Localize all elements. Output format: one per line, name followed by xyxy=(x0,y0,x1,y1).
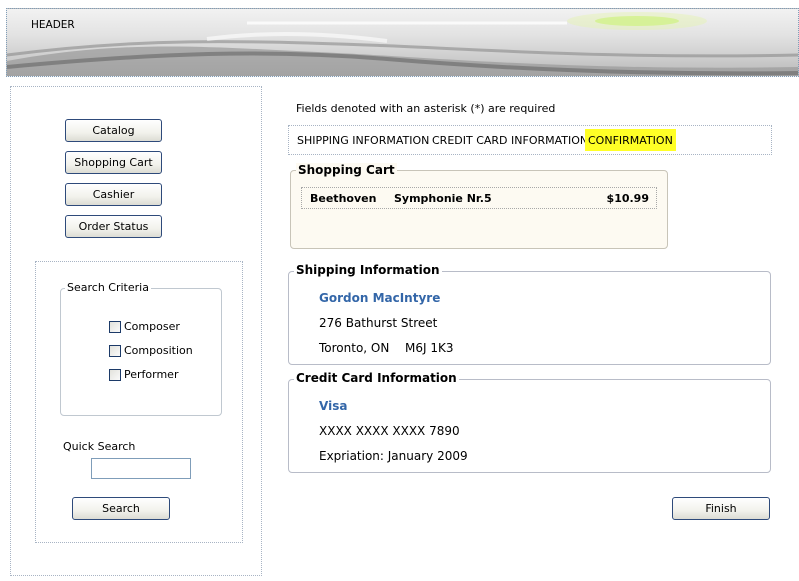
header-banner: HEADER xyxy=(6,8,799,77)
checkout-steps: SHIPPING INFORMATION CREDIT CARD INFORMA… xyxy=(288,125,772,155)
step-confirmation[interactable]: CONFIRMATION xyxy=(585,129,676,151)
composition-checkbox[interactable] xyxy=(109,344,121,357)
catalog-button[interactable]: Catalog xyxy=(65,119,162,142)
shipping-name: Gordon MacIntyre xyxy=(319,291,441,305)
composer-label: Composer xyxy=(124,320,180,333)
shopping-cart-legend: Shopping Cart xyxy=(296,163,397,177)
composition-label: Composition xyxy=(124,344,193,357)
shipping-street: 276 Bathurst Street xyxy=(319,316,438,330)
credit-card-information-legend: Credit Card Information xyxy=(294,371,459,385)
composer-checkbox[interactable] xyxy=(109,320,121,333)
search-criteria-legend: Search Criteria xyxy=(65,281,151,294)
credit-card-expiration: Expriation: January 2009 xyxy=(319,449,468,463)
shipping-information-section: Shipping Information Gordon MacIntyre 27… xyxy=(288,263,771,365)
cart-item-work: Symphonie Nr.5 xyxy=(394,191,492,205)
required-fields-note: Fields denoted with an asterisk (*) are … xyxy=(296,102,556,115)
composition-option[interactable]: Composition xyxy=(109,344,193,357)
sidebar: Catalog Shopping Cart Cashier Order Stat… xyxy=(10,86,262,576)
header-background-graphic xyxy=(7,12,798,76)
search-button[interactable]: Search xyxy=(72,497,170,520)
credit-card-number: XXXX XXXX XXXX 7890 xyxy=(319,424,460,438)
order-status-button[interactable]: Order Status xyxy=(65,215,162,238)
performer-label: Performer xyxy=(124,368,179,381)
search-panel: Search Criteria Composer Composition Per… xyxy=(35,261,243,543)
step-credit-card-information[interactable]: CREDIT CARD INFORMATION xyxy=(429,129,591,151)
credit-card-type: Visa xyxy=(319,399,348,413)
header-title: HEADER xyxy=(31,19,75,31)
performer-checkbox[interactable] xyxy=(109,368,121,381)
step-shipping-information[interactable]: SHIPPING INFORMATION xyxy=(294,129,432,151)
finish-button[interactable]: Finish xyxy=(672,497,770,520)
search-criteria-group: Search Criteria Composer Composition Per… xyxy=(60,281,222,416)
shopping-cart-button[interactable]: Shopping Cart xyxy=(65,151,162,174)
cart-item-price: $10.99 xyxy=(606,191,649,205)
quick-search-input[interactable] xyxy=(91,458,191,479)
quick-search-label: Quick Search xyxy=(63,440,136,453)
performer-option[interactable]: Performer xyxy=(109,368,178,381)
composer-option[interactable]: Composer xyxy=(109,320,180,333)
shopping-cart-section: Shopping Cart Beethoven Symphonie Nr.5 $… xyxy=(290,163,668,249)
shipping-postal-code: M6J 1K3 xyxy=(405,341,454,355)
credit-card-information-section: Credit Card Information Visa XXXX XXXX X… xyxy=(288,371,771,473)
cart-item-composer: Beethoven xyxy=(310,191,377,205)
shipping-information-legend: Shipping Information xyxy=(294,263,442,277)
cashier-button[interactable]: Cashier xyxy=(65,183,162,206)
cart-item: Beethoven Symphonie Nr.5 $10.99 xyxy=(301,187,657,209)
shipping-city: Toronto, ON xyxy=(319,341,390,355)
